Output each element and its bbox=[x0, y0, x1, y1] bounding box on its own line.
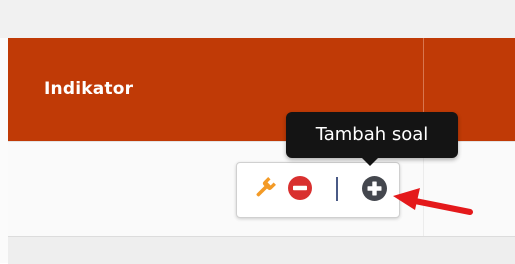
page-frame: Indikator Tambah soal bbox=[0, 0, 515, 264]
red-arrow-icon bbox=[393, 188, 473, 215]
